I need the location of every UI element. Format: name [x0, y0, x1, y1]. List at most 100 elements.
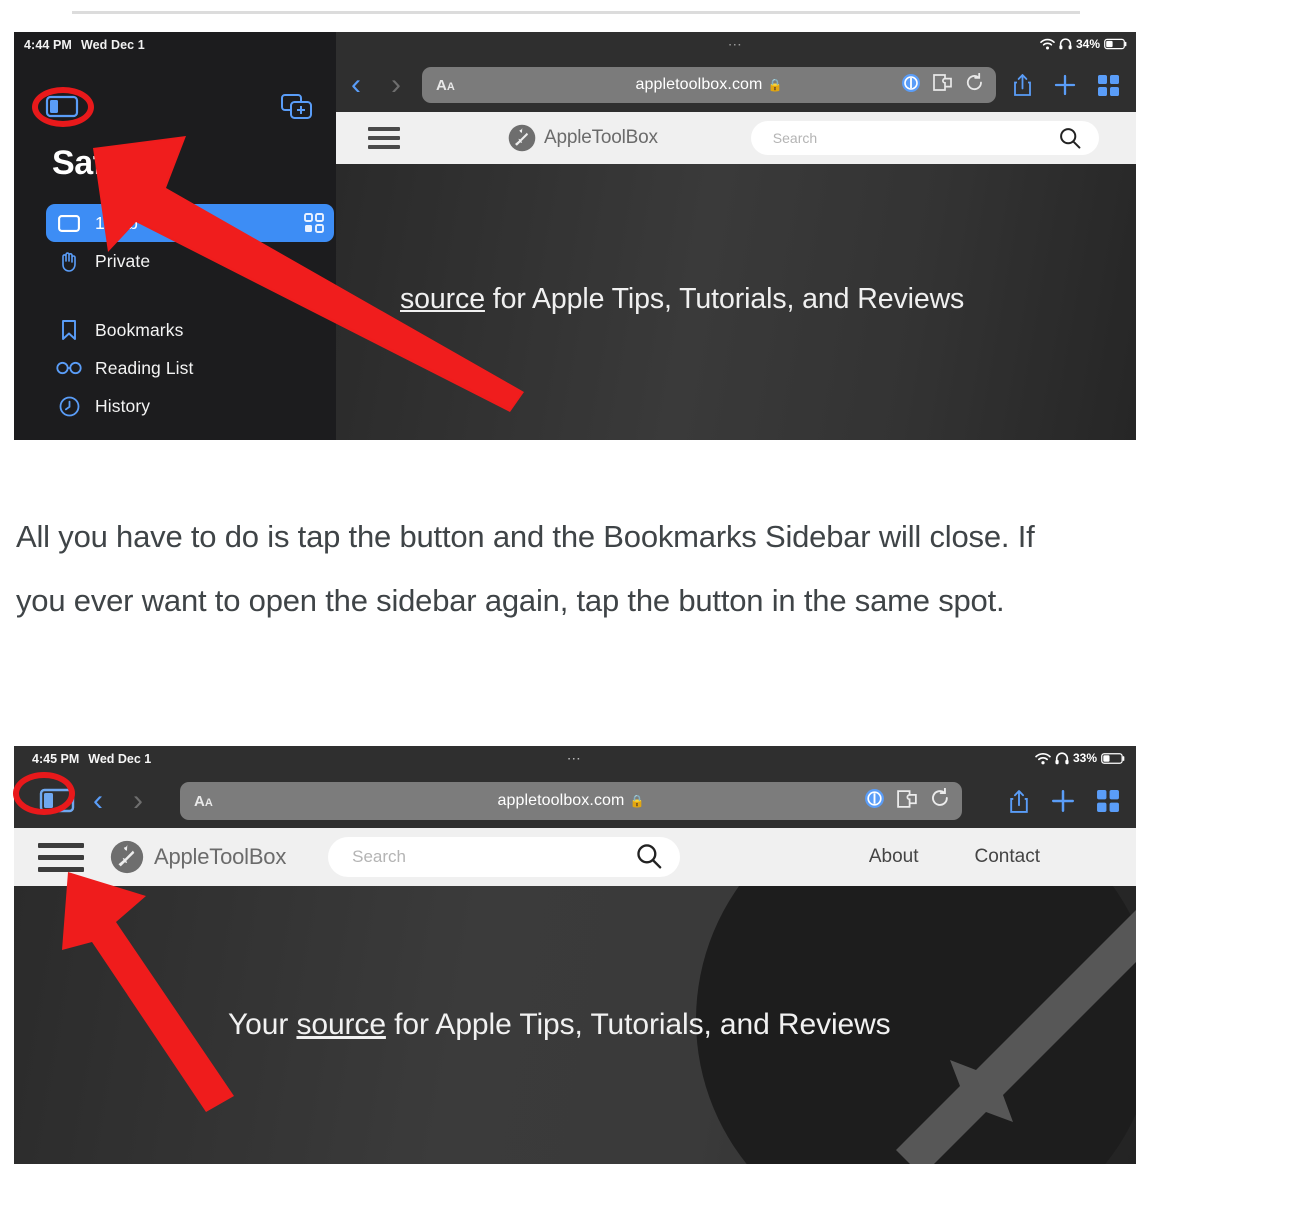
extensions-button[interactable] — [896, 789, 919, 814]
multitasking-dots-icon[interactable]: ⋯ — [728, 37, 745, 51]
share-button[interactable] — [1012, 73, 1033, 97]
share-icon — [1014, 74, 1031, 96]
tab-overview-button[interactable] — [1097, 74, 1120, 97]
hero-tagline-rest: for Apple Tips, Tutorials, and Reviews — [484, 283, 965, 315]
hero-underlined-word: source — [296, 1008, 386, 1041]
sidebar-item-bookmarks[interactable]: Bookmarks — [14, 311, 336, 349]
battery-icon — [1101, 752, 1125, 764]
site-brand[interactable]: AppleToolBox — [508, 124, 658, 152]
lock-icon: 🔒 — [767, 78, 783, 92]
reader-mode-button[interactable] — [901, 73, 921, 98]
sidebar-item-label: Bookmarks — [95, 319, 184, 340]
reload-button[interactable] — [965, 72, 984, 98]
hamburger-menu-icon[interactable] — [38, 842, 84, 872]
site-search-field[interactable]: Search — [750, 121, 1099, 155]
reader-mode-icon — [902, 73, 920, 92]
back-button[interactable]: ‹ — [336, 70, 376, 100]
headphones-icon — [1059, 38, 1072, 50]
tab-overview-icon — [1097, 790, 1119, 812]
new-tab-group-icon — [281, 94, 312, 119]
wifi-icon — [1040, 38, 1055, 50]
back-button[interactable]: ‹ — [78, 786, 118, 816]
status-bar-left: 4:45 PM Wed Dec 1 — [32, 752, 151, 766]
bookmark-icon — [56, 319, 82, 341]
article-page: 4:44 PM Wed Dec 1 Safari 1 Tab Private B… — [0, 0, 1302, 1220]
hero-underlined-word: source — [400, 283, 485, 315]
status-bar-right: 34% — [1040, 37, 1128, 51]
safari-bookmarks-sidebar: 4:44 PM Wed Dec 1 Safari 1 Tab Private B… — [14, 32, 336, 440]
tab-grid-icon[interactable] — [304, 213, 324, 233]
sidebar-item-history[interactable]: History — [14, 387, 336, 425]
toolbar-right-actions — [998, 788, 1136, 814]
plus-icon — [1052, 790, 1074, 812]
new-tab-button[interactable] — [1050, 788, 1076, 814]
battery-icon — [1104, 38, 1127, 50]
hamburger-menu-icon[interactable] — [368, 127, 400, 149]
status-date: Wed Dec 1 — [80, 38, 145, 52]
nav-link-contact[interactable]: Contact — [975, 846, 1040, 868]
battery-percent: 34% — [1075, 37, 1100, 51]
plus-icon — [1054, 74, 1076, 96]
status-bar-left: 4:44 PM Wed Dec 1 — [24, 38, 145, 52]
body-paragraph: All you have to do is tap the button and… — [16, 519, 1035, 618]
magnifier-icon[interactable] — [1059, 127, 1081, 154]
site-brand-label: AppleToolBox — [154, 844, 287, 869]
multitasking-dots-icon[interactable]: ⋯ — [567, 751, 584, 765]
hero-tagline: source for Apple Tips, Tutorials, and Re… — [400, 283, 964, 316]
website-header: AppleToolBox Search About Contact — [14, 828, 1136, 886]
status-time: 4:45 PM — [32, 752, 80, 766]
figure-safari-sidebar-open: 4:44 PM Wed Dec 1 Safari 1 Tab Private B… — [14, 32, 1136, 440]
address-bar-actions — [901, 72, 984, 98]
status-time: 4:44 PM — [24, 38, 72, 52]
toolbar-right-actions — [1002, 73, 1136, 97]
sidebar-title: Safari — [52, 144, 145, 182]
site-nav: About Contact — [869, 846, 1136, 868]
extensions-puzzle-icon — [933, 74, 952, 91]
website-hero: Your source for Apple Tips, Tutorials, a… — [14, 886, 1136, 1164]
extensions-button[interactable] — [932, 73, 954, 97]
site-brand-label: AppleToolBox — [544, 127, 658, 148]
nav-link-about[interactable]: About — [869, 846, 919, 868]
share-icon — [1010, 789, 1028, 813]
sidebar-item-label: History — [95, 395, 151, 416]
reader-mode-icon — [865, 789, 884, 808]
forward-button[interactable]: › — [376, 70, 416, 100]
tab-icon — [56, 212, 82, 234]
sidebar-item-label: Private — [95, 250, 151, 271]
address-bar[interactable]: AA appletoolbox.com 🔒 — [422, 67, 996, 103]
headphones-icon — [1055, 751, 1069, 764]
new-tab-group-button[interactable] — [280, 92, 314, 122]
sidebar-item-reading-list[interactable]: Reading List — [14, 349, 336, 387]
site-search-field[interactable]: Search — [328, 837, 681, 877]
reload-icon — [966, 72, 982, 90]
status-date: Wed Dec 1 — [88, 752, 152, 766]
magnifier-icon[interactable] — [636, 843, 662, 874]
share-button[interactable] — [1008, 789, 1030, 814]
new-tab-button[interactable] — [1053, 73, 1077, 97]
forward-button[interactable]: › — [118, 786, 158, 816]
website-header: AppleToolBox Search — [336, 112, 1136, 164]
site-search-placeholder: Search — [772, 130, 818, 146]
tab-overview-icon — [1098, 74, 1119, 96]
address-bar-url: appletoolbox.com 🔒 — [497, 792, 645, 809]
address-bar[interactable]: AA appletoolbox.com 🔒 — [180, 782, 962, 820]
lock-icon: 🔒 — [629, 794, 645, 808]
reload-button[interactable] — [930, 787, 950, 814]
annotation-highlight-circle — [32, 87, 94, 127]
reader-mode-button[interactable] — [864, 788, 885, 814]
site-brand[interactable]: AppleToolBox — [110, 840, 286, 874]
extensions-puzzle-icon — [897, 789, 917, 808]
website-hero: source for Apple Tips, Tutorials, and Re… — [336, 164, 1136, 440]
sidebar-item-label: Reading List — [95, 357, 194, 378]
sidebar-item-1-tab[interactable]: 1 Tab — [46, 204, 334, 242]
tab-overview-button[interactable] — [1096, 789, 1120, 813]
status-bar-right: 33% — [1035, 751, 1126, 765]
sidebar-item-private[interactable]: Private — [14, 242, 336, 280]
safari-toolbar: ‹ › AA appletoolbox.com 🔒 — [14, 774, 1136, 828]
safari-toolbar: ‹ › AA appletoolbox.com 🔒 — [336, 58, 1136, 112]
clock-icon — [56, 395, 82, 417]
hero-tagline: Your source for Apple Tips, Tutorials, a… — [228, 1008, 891, 1042]
address-bar-actions — [864, 787, 950, 814]
wifi-icon — [1035, 752, 1051, 764]
